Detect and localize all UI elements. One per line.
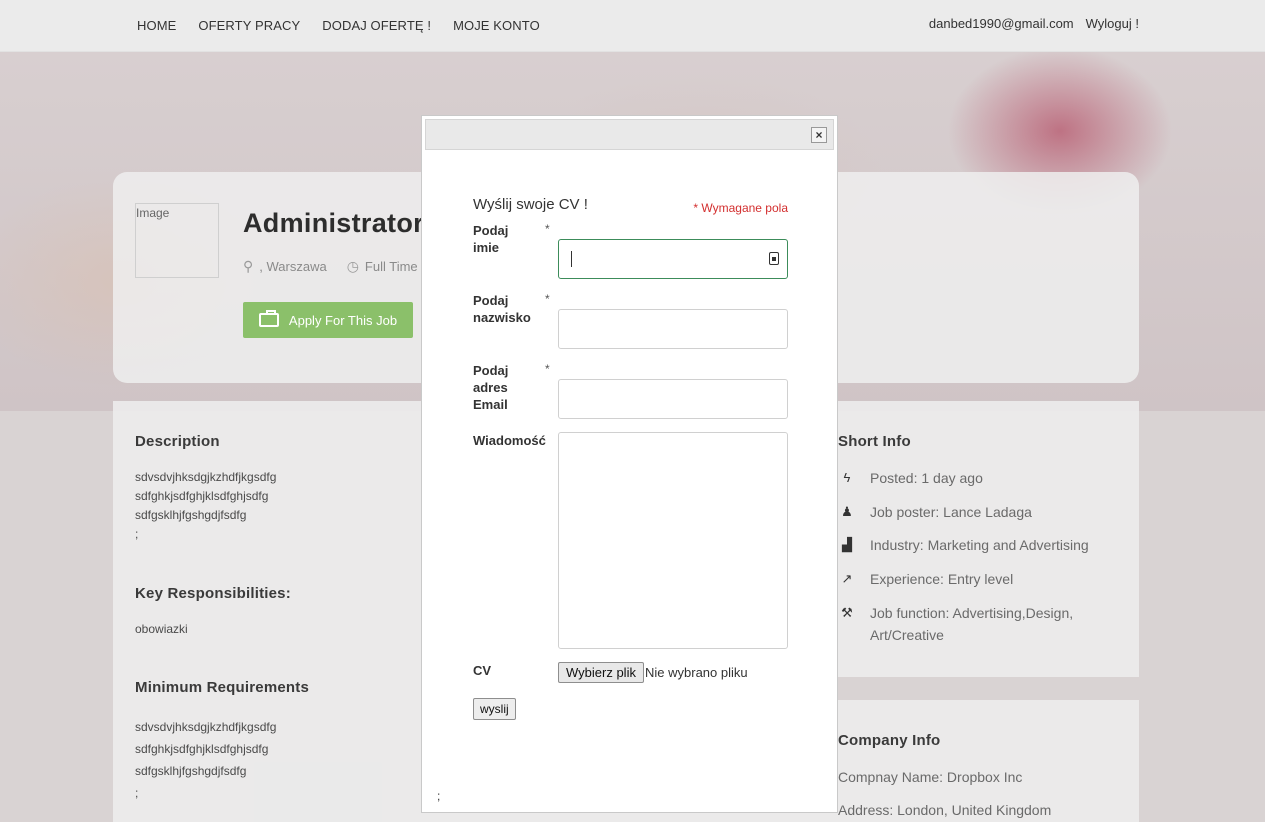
apply-modal: × Wyślij swoje CV ! * Wymagane pola Poda… xyxy=(421,115,838,813)
tools-icon: ⚒ xyxy=(841,605,853,620)
last-name-label: Podaj nazwisko xyxy=(473,293,531,325)
user-email[interactable]: danbed1990@gmail.com xyxy=(929,16,1074,31)
requirements-heading: Minimum Requirements xyxy=(135,679,310,696)
modal-footer-text: ; xyxy=(437,789,441,803)
info-poster: ♟ Job poster: Lance Ladaga xyxy=(838,501,1110,523)
file-status: Nie wybrano pliku xyxy=(645,665,748,680)
requirements-text: sdvsdvjhksdgjkzhdfjkgsdfg sdfghkjsdfghjk… xyxy=(135,720,277,800)
job-meta: ⚲ , Warszawa ◷ Full Time xyxy=(243,258,418,275)
email-label: Podaj adres Email xyxy=(473,363,509,412)
job-type: Full Time xyxy=(364,259,418,274)
user-plus-icon: ♟ xyxy=(841,504,853,519)
last-name-required-mark: * xyxy=(545,292,550,306)
apply-button-label: Apply For This Job xyxy=(288,312,398,328)
broken-image-alt: Image xyxy=(136,206,170,220)
trend-icon: ↗ xyxy=(841,571,853,586)
briefcase-icon xyxy=(258,310,279,327)
apply-button[interactable]: Apply For This Job xyxy=(243,302,413,338)
first-name-input[interactable] xyxy=(558,239,788,279)
description-heading: Description xyxy=(135,433,220,450)
text-caret xyxy=(571,251,572,267)
industry-icon: ▟ xyxy=(842,537,852,552)
nav-add-offer[interactable]: DODAJ OFERTĘ ! xyxy=(322,18,431,33)
map-pin-icon: ⚲ xyxy=(243,258,254,274)
email-input[interactable] xyxy=(558,379,788,419)
company-address: Address: London, United Kingdom xyxy=(838,802,1052,818)
info-industry: ▟ Industry: Marketing and Advertising xyxy=(838,534,1110,556)
clock-icon: ◷ xyxy=(346,258,359,274)
submit-button[interactable]: wyslij xyxy=(473,698,516,720)
nav-home[interactable]: HOME xyxy=(137,18,176,33)
main-nav: HOME OFERTY PRACY DODAJ OFERTĘ ! MOJE KO… xyxy=(137,18,540,33)
info-job-function: ⚒ Job function: Advertising,Design, Art/C… xyxy=(838,602,1110,646)
message-textarea[interactable] xyxy=(558,432,788,649)
form-title: Wyślij swoje CV ! xyxy=(473,196,588,213)
autofill-icon[interactable] xyxy=(769,252,779,265)
cv-label: CV xyxy=(473,663,492,678)
email-required-mark: * xyxy=(545,362,550,376)
responsibilities-heading: Key Responsibilities: xyxy=(135,585,291,602)
info-experience: ↗ Experience: Entry level xyxy=(838,568,1110,590)
message-label: Wiadomość xyxy=(473,433,546,448)
first-name-label: Podaj imie xyxy=(473,223,509,255)
last-name-input[interactable] xyxy=(558,309,788,349)
company-logo: Image xyxy=(135,203,219,278)
nav-job-offers[interactable]: OFERTY PRACY xyxy=(198,18,300,33)
first-name-required-mark: * xyxy=(545,222,550,236)
user-area: danbed1990@gmail.com Wyloguj ! xyxy=(929,16,1139,31)
logout-link[interactable]: Wyloguj ! xyxy=(1086,16,1139,31)
required-fields-note: * Wymagane pola xyxy=(693,201,788,215)
nav-my-account[interactable]: MOJE KONTO xyxy=(453,18,540,33)
short-info-heading: Short Info xyxy=(838,433,911,450)
company-name: Compnay Name: Dropbox Inc xyxy=(838,769,1023,785)
modal-titlebar: × xyxy=(425,119,834,150)
job-title: Administrator xyxy=(243,208,424,238)
bolt-icon: ϟ xyxy=(843,470,851,485)
close-icon[interactable]: × xyxy=(811,127,827,143)
company-info-heading: Company Info xyxy=(838,732,941,749)
top-navbar: HOME OFERTY PRACY DODAJ OFERTĘ ! MOJE KO… xyxy=(0,0,1265,52)
description-text: sdvsdvjhksdgjkzhdfjkgsdfg sdfghkjsdfghjk… xyxy=(135,470,277,541)
responsibilities-text: obowiazki xyxy=(135,622,188,636)
job-location: , Warszawa xyxy=(259,259,327,274)
info-posted: ϟ Posted: 1 day ago xyxy=(838,467,1110,489)
choose-file-button[interactable]: Wybierz plik xyxy=(558,662,644,683)
